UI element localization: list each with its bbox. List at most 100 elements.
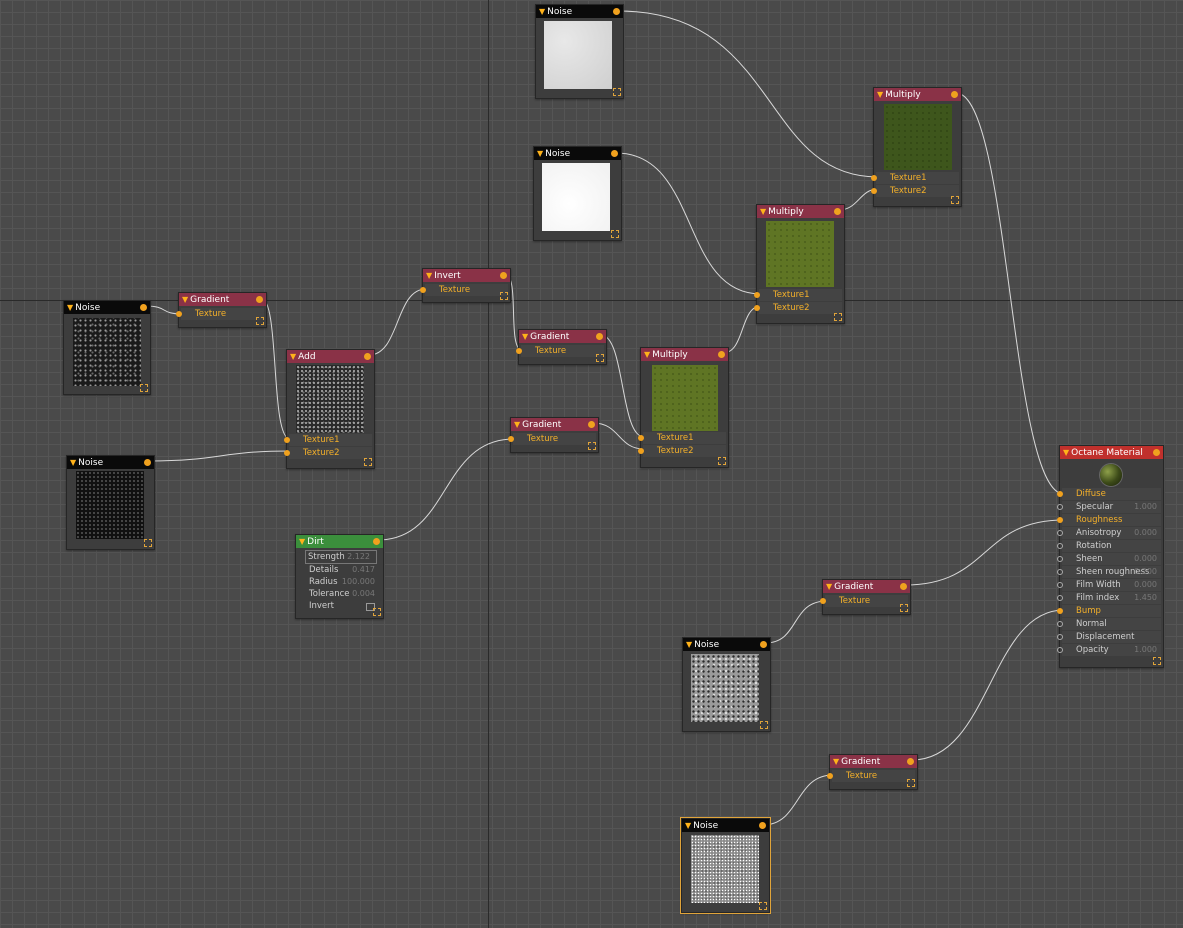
material-pin-rotation[interactable]: Rotation	[1057, 540, 1161, 552]
gradient-node-1[interactable]: ▼ Gradient Texture	[176, 292, 267, 328]
dirt-param-strength[interactable]: Strength 2.122	[305, 550, 377, 564]
input-port[interactable]	[1057, 491, 1063, 497]
node-header[interactable]: ▼ Noise	[534, 147, 621, 160]
input-port[interactable]	[420, 287, 426, 293]
node-header[interactable]: ▼ Noise	[67, 456, 154, 469]
collapse-arrow-icon[interactable]: ▼	[299, 537, 305, 546]
node-header[interactable]: ▼ Gradient	[511, 418, 598, 431]
material-pin-normal[interactable]: Normal	[1057, 618, 1161, 630]
output-port[interactable]	[613, 8, 620, 15]
input-port[interactable]	[1057, 582, 1063, 588]
input-pin-texture2[interactable]: Texture2	[284, 447, 372, 459]
node-header[interactable]: ▼ Gradient	[830, 755, 917, 768]
material-pin-sheen[interactable]: Sheen 0.000	[1057, 553, 1161, 565]
node-header[interactable]: ▼ Invert	[423, 269, 510, 282]
param-value[interactable]: 2.122	[347, 551, 370, 563]
input-port[interactable]	[1057, 595, 1063, 601]
resize-grip-icon[interactable]	[900, 604, 908, 612]
output-port[interactable]	[588, 421, 595, 428]
pin-value[interactable]: 0.200	[1134, 566, 1157, 578]
resize-grip-icon[interactable]	[140, 384, 148, 392]
pin-value[interactable]: 1.000	[1134, 644, 1157, 656]
input-pin-texture1[interactable]: Texture1	[754, 289, 842, 301]
resize-grip-icon[interactable]	[613, 88, 621, 96]
output-port[interactable]	[900, 583, 907, 590]
octane-material-node[interactable]: ▼ Octane Material Diffuse Specular 1.000 R…	[1057, 445, 1164, 668]
input-port[interactable]	[820, 598, 826, 604]
output-port[interactable]	[1153, 449, 1160, 456]
resize-grip-icon[interactable]	[951, 196, 959, 204]
input-port[interactable]	[754, 292, 760, 298]
noise-node-5[interactable]: ▼ Noise	[682, 637, 771, 732]
resize-grip-icon[interactable]	[611, 230, 619, 238]
output-port[interactable]	[611, 150, 618, 157]
material-pin-film-width[interactable]: Film Width 0.000	[1057, 579, 1161, 591]
resize-grip-icon[interactable]	[907, 779, 915, 787]
input-pin-texture2[interactable]: Texture2	[754, 302, 842, 314]
collapse-arrow-icon[interactable]: ▼	[514, 420, 520, 429]
param-value[interactable]: 0.417	[352, 564, 375, 576]
input-port[interactable]	[638, 448, 644, 454]
output-port[interactable]	[373, 538, 380, 545]
material-pin-specular[interactable]: Specular 1.000	[1057, 501, 1161, 513]
resize-grip-icon[interactable]	[596, 354, 604, 362]
collapse-arrow-icon[interactable]: ▼	[826, 582, 832, 591]
noise-node-4[interactable]: ▼ Noise	[533, 146, 622, 241]
noise-node-6[interactable]: ▼ Noise	[680, 817, 771, 914]
input-pin-texture2[interactable]: Texture2	[871, 185, 959, 197]
collapse-arrow-icon[interactable]: ▼	[70, 458, 76, 467]
input-port[interactable]	[284, 437, 290, 443]
resize-grip-icon[interactable]	[256, 317, 264, 325]
dirt-param-radius[interactable]: Radius 100.000	[298, 576, 381, 588]
collapse-arrow-icon[interactable]: ▼	[539, 7, 545, 16]
input-port[interactable]	[1057, 543, 1063, 549]
material-pin-diffuse[interactable]: Diffuse	[1057, 488, 1161, 500]
pin-value[interactable]: 1.450	[1134, 592, 1157, 604]
output-port[interactable]	[760, 641, 767, 648]
node-header[interactable]: ▼ Noise	[64, 301, 150, 314]
input-pin-texture[interactable]: Texture	[827, 770, 915, 782]
noise-node-1[interactable]: ▼ Noise	[63, 300, 151, 395]
input-port[interactable]	[1057, 608, 1063, 614]
input-pin-texture1[interactable]: Texture1	[638, 432, 726, 444]
material-pin-bump[interactable]: Bump	[1057, 605, 1161, 617]
output-port[interactable]	[759, 822, 766, 829]
resize-grip-icon[interactable]	[500, 292, 508, 300]
multiply-node-1[interactable]: ▼ Multiply Texture1 Texture2	[638, 347, 729, 468]
dirt-param-invert[interactable]: Invert	[298, 600, 381, 612]
node-header[interactable]: ▼ Multiply	[757, 205, 844, 218]
output-port[interactable]	[718, 351, 725, 358]
material-pin-displacement[interactable]: Displacement	[1057, 631, 1161, 643]
dirt-node[interactable]: ▼ Dirt Strength 2.122 Details 0.417 Radius 1…	[295, 534, 384, 619]
input-port[interactable]	[871, 188, 877, 194]
collapse-arrow-icon[interactable]: ▼	[833, 757, 839, 766]
pin-value[interactable]: 0.000	[1134, 579, 1157, 591]
input-port[interactable]	[1057, 634, 1063, 640]
param-value[interactable]: 100.000	[342, 576, 375, 588]
resize-grip-icon[interactable]	[760, 721, 768, 729]
output-port[interactable]	[834, 208, 841, 215]
resize-grip-icon[interactable]	[364, 458, 372, 466]
input-pin-texture[interactable]: Texture	[176, 308, 264, 320]
collapse-arrow-icon[interactable]: ▼	[686, 640, 692, 649]
collapse-arrow-icon[interactable]: ▼	[290, 352, 296, 361]
node-header[interactable]: ▼ Noise	[683, 638, 770, 651]
resize-grip-icon[interactable]	[834, 313, 842, 321]
input-pin-texture1[interactable]: Texture1	[284, 434, 372, 446]
node-header[interactable]: ▼ Noise	[536, 5, 623, 18]
input-pin-texture1[interactable]: Texture1	[871, 172, 959, 184]
collapse-arrow-icon[interactable]: ▼	[182, 295, 188, 304]
input-pin-texture[interactable]: Texture	[820, 595, 908, 607]
input-port[interactable]	[1057, 569, 1063, 575]
multiply-node-2[interactable]: ▼ Multiply Texture1 Texture2	[754, 204, 845, 324]
resize-grip-icon[interactable]	[718, 457, 726, 465]
param-value[interactable]: 0.004	[352, 588, 375, 600]
node-header[interactable]: ▼ Gradient	[179, 293, 266, 306]
input-pin-texture[interactable]: Texture	[516, 345, 604, 357]
node-header[interactable]: ▼ Multiply	[874, 88, 961, 101]
collapse-arrow-icon[interactable]: ▼	[644, 350, 650, 359]
gradient-node-5[interactable]: ▼ Gradient Texture	[827, 754, 918, 790]
node-header[interactable]: ▼ Noise	[682, 819, 769, 832]
output-port[interactable]	[364, 353, 371, 360]
dirt-param-details[interactable]: Details 0.417	[298, 564, 381, 576]
